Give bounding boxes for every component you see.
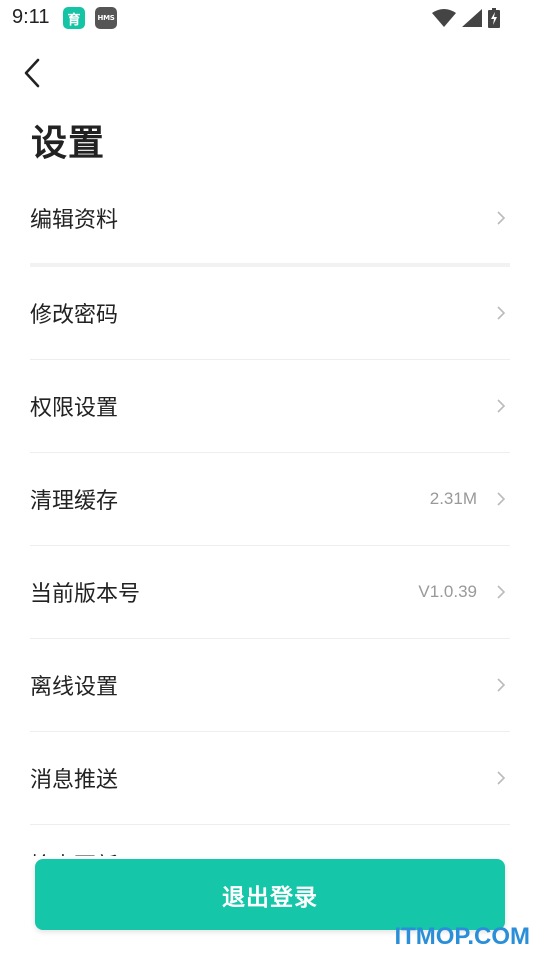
app-notification-icon: 育: [63, 7, 85, 29]
back-button[interactable]: [18, 56, 48, 90]
hms-notification-icon: HMS: [95, 7, 117, 29]
settings-item-edit-profile[interactable]: 编辑资料: [30, 172, 510, 267]
settings-item-offline[interactable]: 离线设置: [30, 639, 510, 732]
logout-button[interactable]: 退出登录: [35, 859, 505, 930]
settings-item-version[interactable]: 当前版本号 V1.0.39: [30, 546, 510, 639]
cell-signal-icon: [462, 9, 482, 27]
settings-item-label: 清理缓存: [30, 489, 119, 514]
page-title: 设置: [31, 123, 106, 164]
chevron-right-icon: [497, 585, 506, 599]
version-value: V1.0.39: [418, 582, 477, 601]
battery-charging-icon: [488, 8, 500, 28]
settings-item-label: 编辑资料: [30, 207, 119, 233]
chevron-right-icon: [497, 492, 506, 506]
settings-item-label: 权限设置: [30, 396, 119, 421]
settings-item-label: 消息推送: [30, 768, 119, 793]
settings-item-permissions[interactable]: 权限设置: [30, 360, 510, 453]
status-bar: 9:11 育 HMS: [0, 0, 540, 36]
chevron-right-icon: [497, 678, 506, 692]
wifi-icon: [432, 9, 456, 27]
watermark-text: ITMOP.COM: [394, 923, 530, 950]
settings-item-push-notifications[interactable]: 消息推送: [30, 732, 510, 825]
settings-item-clear-cache[interactable]: 清理缓存 2.31M: [30, 453, 510, 546]
chevron-left-icon: [24, 58, 40, 88]
chevron-right-icon: [497, 399, 506, 413]
status-time: 9:11: [12, 6, 50, 28]
settings-item-change-password[interactable]: 修改密码: [30, 267, 510, 360]
settings-item-label: 修改密码: [30, 303, 119, 328]
chevron-right-icon: [497, 771, 506, 785]
chevron-right-icon: [497, 210, 506, 225]
settings-item-label: 当前版本号: [30, 582, 141, 607]
cache-size-value: 2.31M: [429, 489, 477, 508]
settings-item-label: 离线设置: [30, 675, 119, 700]
status-icons: [432, 8, 500, 28]
chevron-right-icon: [497, 306, 506, 320]
settings-list: 编辑资料 修改密码 权限设置 清理缓存 2.31M 当前版本号 V1.0.39 …: [30, 172, 510, 825]
